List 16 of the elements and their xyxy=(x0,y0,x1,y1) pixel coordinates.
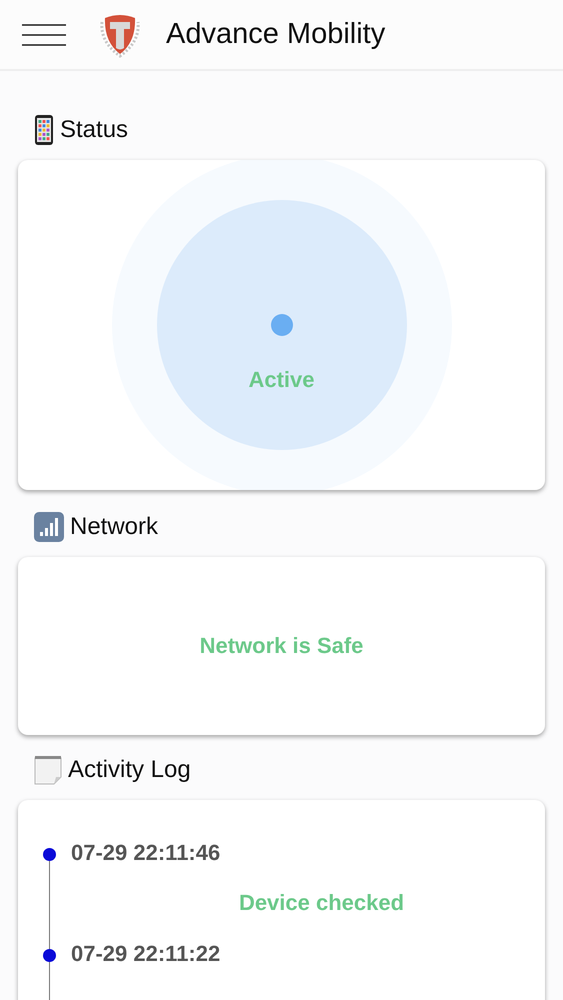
notepad-icon xyxy=(34,755,62,785)
section-title: Status xyxy=(60,116,128,144)
network-status-text: Network is Safe xyxy=(200,633,364,659)
phone-icon xyxy=(34,115,54,145)
timeline-dot xyxy=(43,949,56,962)
log-time: 07-29 22:11:22 xyxy=(71,940,222,968)
section-title: Activity Log xyxy=(68,756,191,784)
status-dot xyxy=(270,314,292,336)
log-event: Device checked xyxy=(238,890,406,916)
log-time: 07-29 22:11:46 xyxy=(71,839,222,867)
status-label: Active xyxy=(248,367,315,393)
app-title: Advance Mobility xyxy=(166,18,386,51)
section-title: Network xyxy=(70,513,158,541)
signal-bars-icon xyxy=(34,512,64,542)
timeline-dot xyxy=(43,848,56,861)
menu-icon xyxy=(22,24,66,46)
